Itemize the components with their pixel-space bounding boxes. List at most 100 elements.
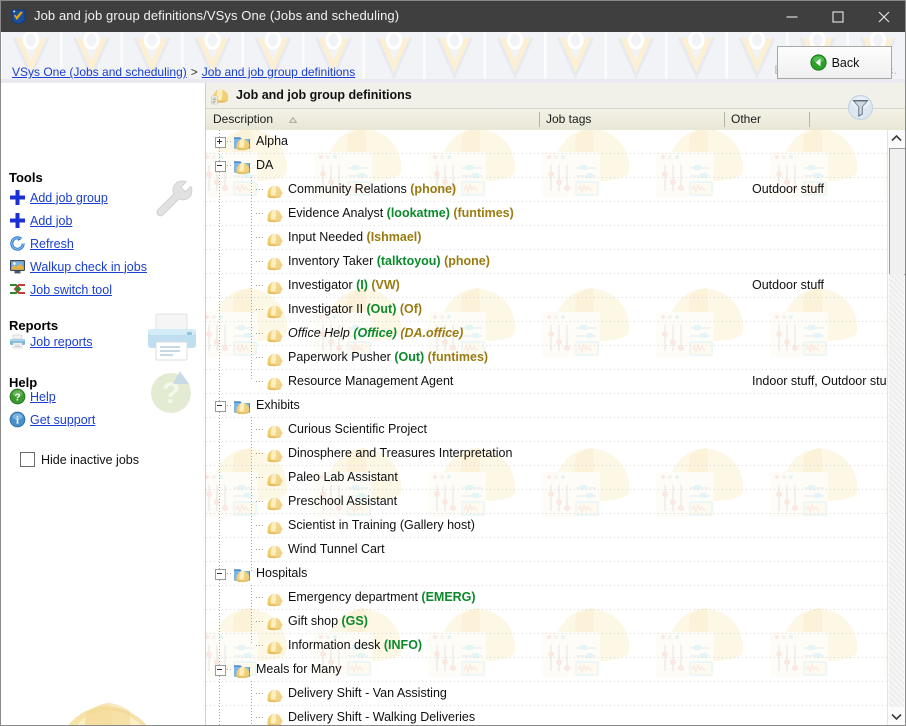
main-header: Job and job group definitions xyxy=(206,83,905,109)
close-button[interactable] xyxy=(861,1,906,32)
tree-job-row[interactable]: Delivery Shift - Van Assisting xyxy=(206,682,889,706)
row-description: Information desk (INFO) xyxy=(288,638,422,652)
svg-text:i: i xyxy=(16,415,19,426)
tree-group-row[interactable]: Meals for Many xyxy=(206,658,889,682)
row-description: Investigator (I) (VW) xyxy=(288,278,400,292)
sidebar-label: Get support xyxy=(30,413,95,427)
job-hardhat-icon xyxy=(265,613,284,632)
tree-job-row[interactable]: Investigator II (Out) (Of) xyxy=(206,298,889,322)
hide-inactive-jobs-checkbox[interactable] xyxy=(20,452,35,467)
column-header-other[interactable]: Other xyxy=(731,112,761,126)
section-heading-tools: Tools xyxy=(9,170,43,185)
help-circle-icon: ? xyxy=(9,388,26,405)
tree-job-row[interactable]: Community Relations (phone)Outdoor stuff xyxy=(206,178,889,202)
refresh-icon xyxy=(9,235,26,252)
tree-job-row[interactable]: Information desk (INFO) xyxy=(206,634,889,658)
job-hardhat-icon xyxy=(265,637,284,656)
main-header-title: Job and job group definitions xyxy=(236,88,412,102)
tree-expander-collapse[interactable] xyxy=(215,665,226,676)
tree-job-row[interactable]: Input Needed (Ishmael) xyxy=(206,226,889,250)
scrollbar-thumb[interactable] xyxy=(889,148,905,275)
column-separator[interactable] xyxy=(724,112,725,127)
row-description: Alpha xyxy=(256,134,288,148)
tree-job-row[interactable]: Paperwork Pusher (Out) (funtimes) xyxy=(206,346,889,370)
job-hardhat-icon xyxy=(265,421,284,440)
vertical-scrollbar[interactable] xyxy=(887,130,905,725)
sidebar-item-add-job[interactable]: Add job xyxy=(9,212,72,229)
plus-icon xyxy=(9,189,26,206)
tree-job-row[interactable]: Resource Management AgentIndoor stuff, O… xyxy=(206,370,889,394)
job-hardhat-icon xyxy=(265,517,284,536)
back-button[interactable]: Back xyxy=(777,46,892,79)
title-bar: Job and job group definitions/VSys One (… xyxy=(1,1,906,32)
sidebar-item-walkup-check-in-jobs[interactable]: Walkup check in jobs xyxy=(9,258,147,275)
back-arrow-icon xyxy=(810,54,827,71)
job-group-icon xyxy=(233,661,252,680)
tree-job-row[interactable]: Evidence Analyst (lookatme) (funtimes) xyxy=(206,202,889,226)
wrench-icon xyxy=(149,175,195,221)
tree-job-row[interactable]: Inventory Taker (talktoyou) (phone) xyxy=(206,250,889,274)
help-watermark-icon: ? xyxy=(149,369,195,415)
row-job-tags: Outdoor stuff xyxy=(752,278,824,292)
sidebar-item-add-job-group[interactable]: Add job group xyxy=(9,189,108,206)
sidebar-item-job-reports[interactable]: Job reports xyxy=(9,333,93,350)
tree-group-row[interactable]: Alpha xyxy=(206,130,889,154)
hardhat-settings-illustration xyxy=(31,670,176,725)
maximize-button[interactable] xyxy=(815,1,861,32)
sidebar-label: Refresh xyxy=(30,237,74,251)
tree-expander-collapse[interactable] xyxy=(215,401,226,412)
tree-job-row[interactable]: Gift shop (GS) xyxy=(206,610,889,634)
tree-group-row[interactable]: Exhibits xyxy=(206,394,889,418)
row-description: Wind Tunnel Cart xyxy=(288,542,385,556)
minimize-button[interactable] xyxy=(769,1,815,32)
tree-job-row[interactable]: Curious Scientific Project xyxy=(206,418,889,442)
hide-inactive-jobs-row[interactable]: Hide inactive jobs xyxy=(20,452,139,467)
row-description: Gift shop (GS) xyxy=(288,614,368,628)
tree-job-row[interactable]: Dinosphere and Treasures Interpretation xyxy=(206,442,889,466)
tree-expander-collapse[interactable] xyxy=(215,161,226,172)
job-hardhat-icon xyxy=(265,493,284,512)
column-separator[interactable] xyxy=(539,112,540,127)
tree-job-row[interactable]: Office Help (Office) (DA.office)Inactive xyxy=(206,322,889,346)
sidebar-item-refresh[interactable]: Refresh xyxy=(9,235,74,252)
tree-job-row[interactable]: Preschool Assistant xyxy=(206,490,889,514)
tree-expander-expand[interactable] xyxy=(215,137,226,148)
sidebar-label: Job reports xyxy=(30,335,93,349)
tree-group-row[interactable]: Hospitals xyxy=(206,562,889,586)
column-header-job-tags[interactable]: Job tags xyxy=(546,112,591,126)
row-description: Evidence Analyst (lookatme) (funtimes) xyxy=(288,206,514,220)
column-separator[interactable] xyxy=(809,112,810,127)
job-tree[interactable]: Alpha DACommunity Relations (phone)Outdoo… xyxy=(206,130,905,725)
vsys-shield-icon xyxy=(10,8,27,25)
scroll-down-button[interactable] xyxy=(888,708,905,725)
tree-job-row[interactable]: Wind Tunnel Cart xyxy=(206,538,889,562)
breadcrumb-link-current[interactable]: Job and job group definitions xyxy=(202,65,355,79)
job-hardhat-icon xyxy=(265,301,284,320)
window-title: Job and job group definitions/VSys One (… xyxy=(34,8,399,23)
tree-job-row[interactable]: Investigator (I) (VW) Outdoor stuff xyxy=(206,274,889,298)
filter-funnel-icon[interactable] xyxy=(848,95,873,120)
job-group-icon xyxy=(233,133,252,152)
column-header-description[interactable]: Description xyxy=(213,112,273,126)
tree-job-row[interactable]: Paleo Lab Assistant xyxy=(206,466,889,490)
job-group-icon xyxy=(233,397,252,416)
sidebar-label: Job switch tool xyxy=(30,283,112,297)
tree-job-row[interactable]: Delivery Shift - Walking Deliveries xyxy=(206,706,889,725)
scroll-up-button[interactable] xyxy=(888,130,905,147)
sidebar-item-get-support[interactable]: i Get support xyxy=(9,411,95,428)
row-description: Paleo Lab Assistant xyxy=(288,470,398,484)
tools-sidebar: Tools Add job group Add job Refresh xyxy=(1,83,206,725)
scrollbar-track[interactable] xyxy=(889,274,904,707)
sidebar-item-job-switch-tool[interactable]: Job switch tool xyxy=(9,281,112,298)
tree-job-row[interactable]: Scientist in Training (Gallery host) xyxy=(206,514,889,538)
svg-text:?: ? xyxy=(14,392,20,403)
tree-job-row[interactable]: Emergency department (EMERG) xyxy=(206,586,889,610)
breadcrumb-link-home[interactable]: VSys One (Jobs and scheduling) xyxy=(12,65,187,79)
tree-column-headers: Description Job tags Other xyxy=(206,109,905,131)
tree-group-row[interactable]: DA xyxy=(206,154,889,178)
sidebar-item-help[interactable]: ? Help xyxy=(9,388,56,405)
row-description: Inventory Taker (talktoyou) (phone) xyxy=(288,254,490,268)
tree-expander-collapse[interactable] xyxy=(215,569,226,580)
job-hardhat-icon xyxy=(265,373,284,392)
job-hardhat-icon xyxy=(265,469,284,488)
